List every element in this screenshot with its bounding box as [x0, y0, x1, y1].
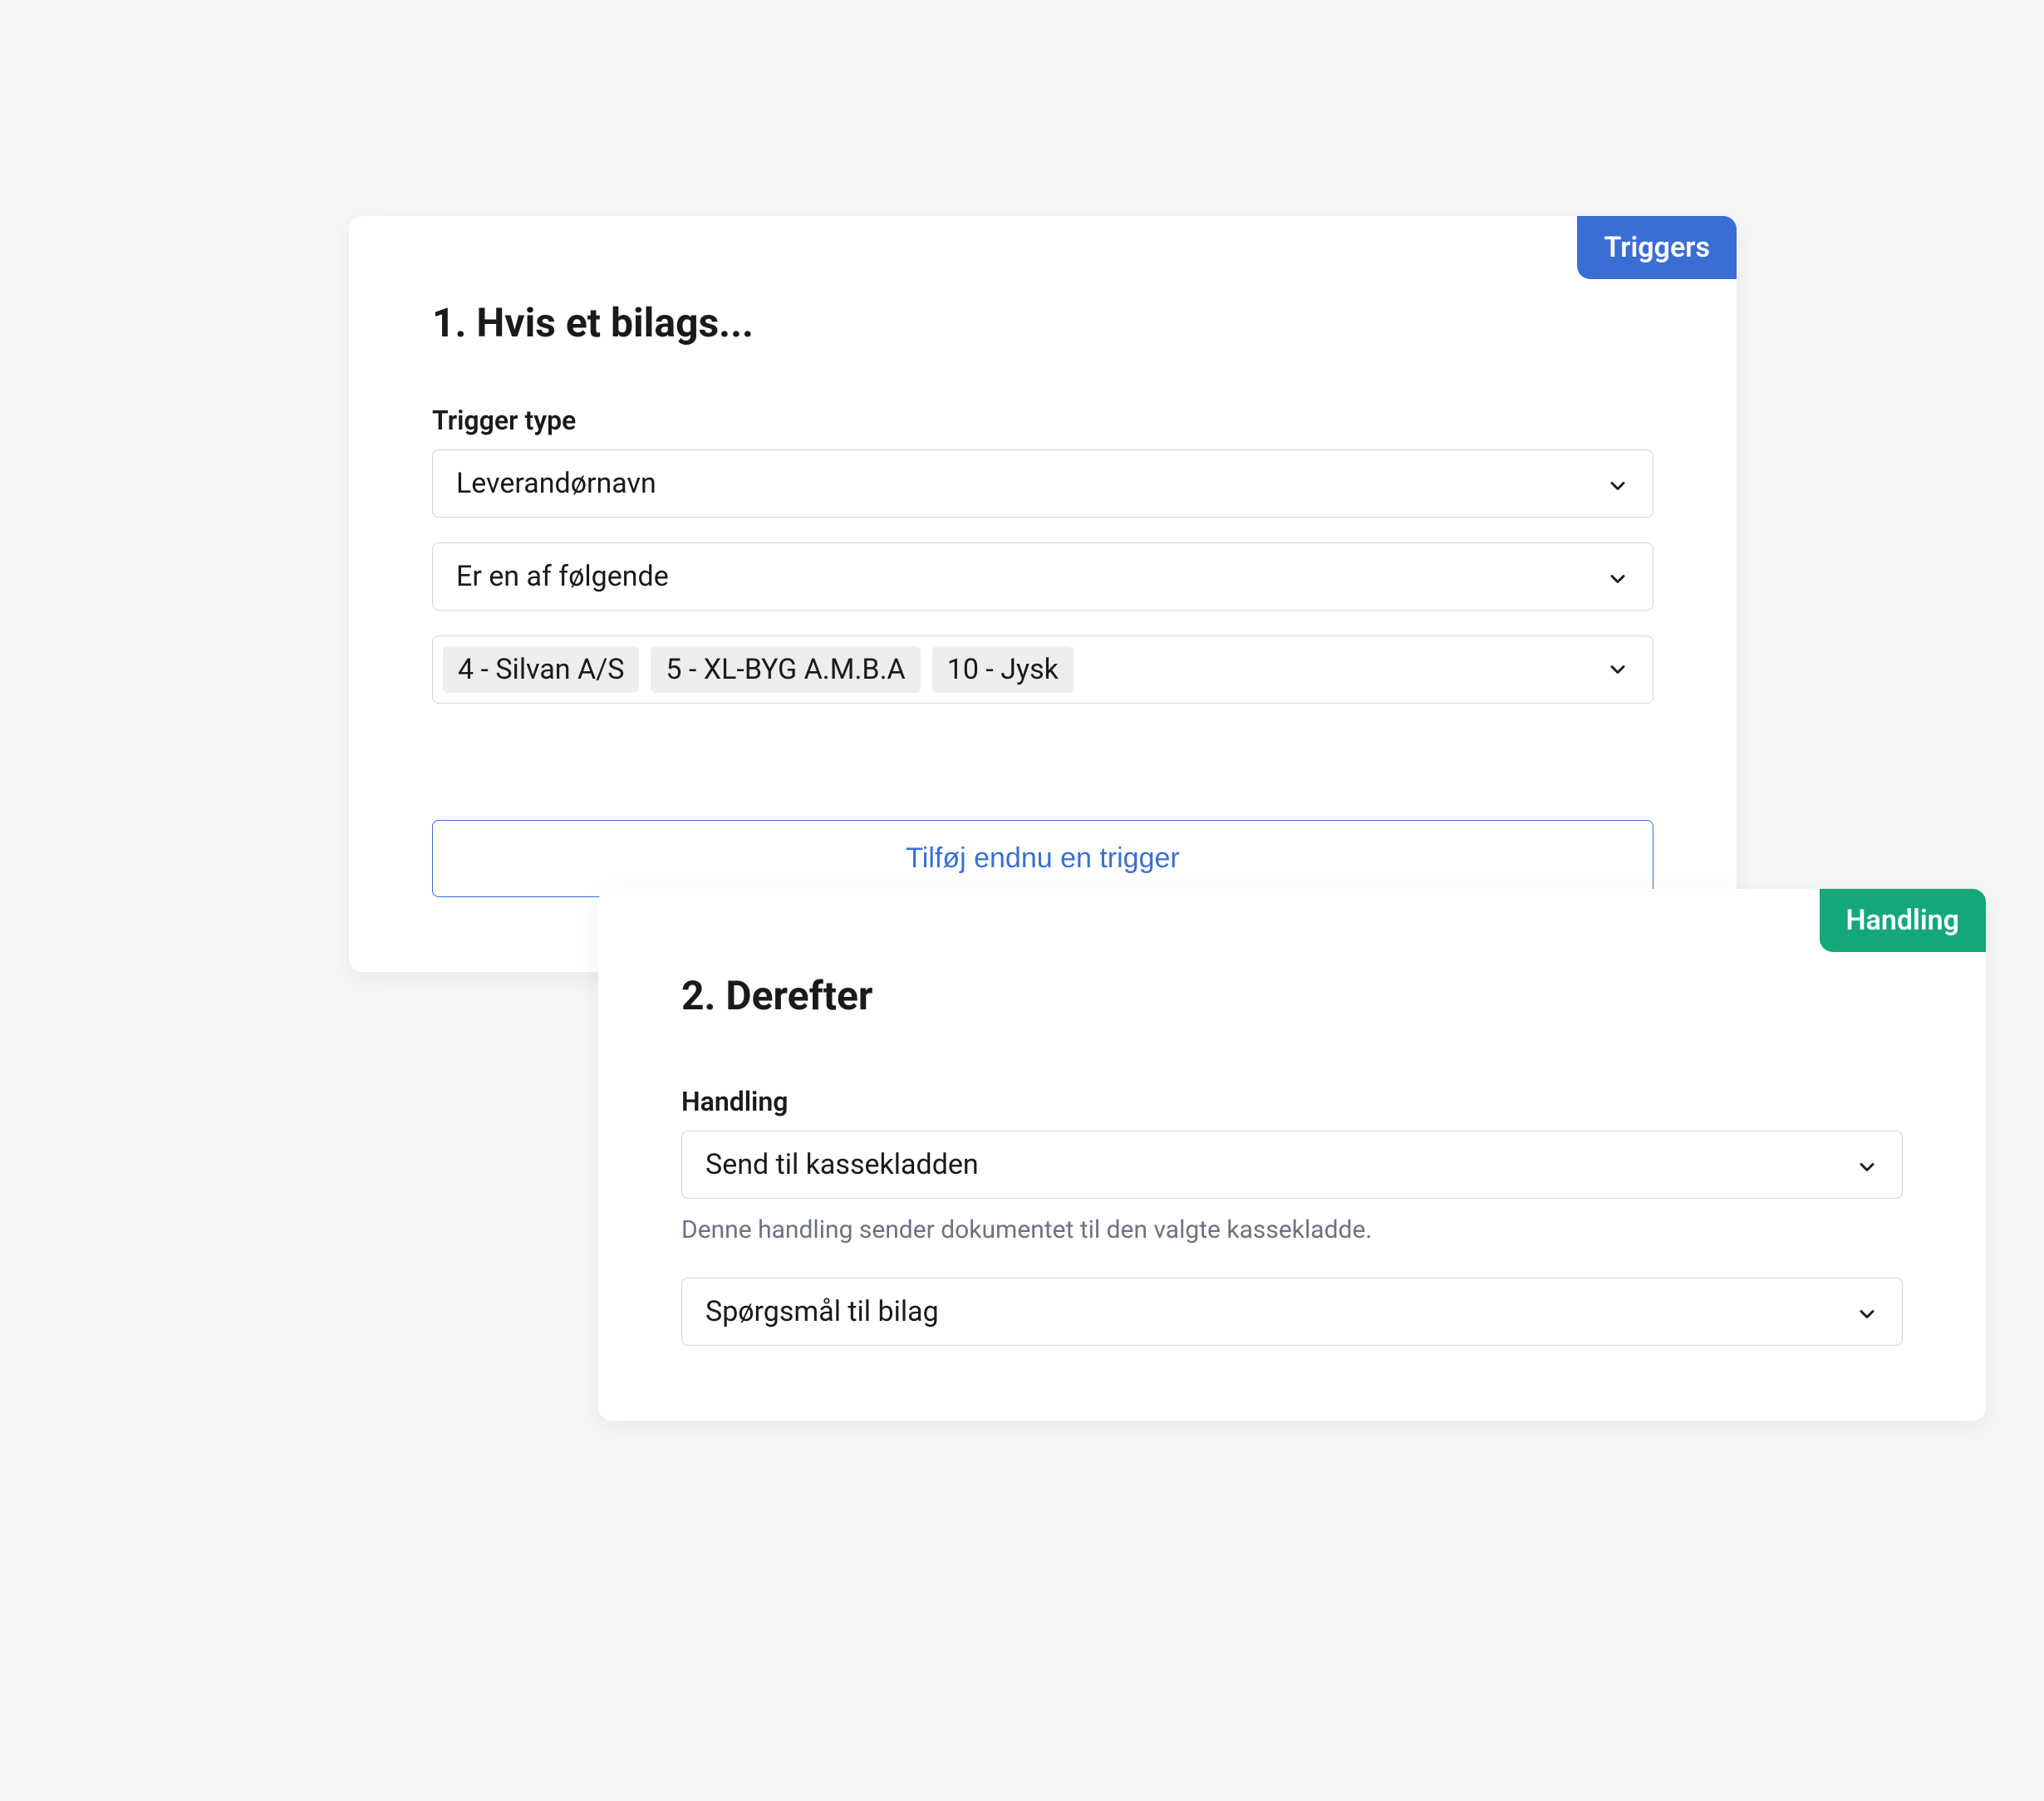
action-value: Send til kassekladden: [705, 1148, 979, 1181]
supplier-multiselect[interactable]: 4 - Silvan A/S 5 - XL-BYG A.M.B.A 10 - J…: [432, 636, 1653, 704]
action-help-text: Denne handling sender dokumentet til den…: [681, 1215, 1903, 1244]
chevron-down-icon: [1855, 1300, 1879, 1323]
condition-value: Er en af følgende: [456, 560, 669, 593]
handling-title: 2. Derefter: [681, 972, 1903, 1019]
supplier-chip[interactable]: 4 - Silvan A/S: [443, 646, 639, 693]
handling-card: Handling 2. Derefter Handling Send til k…: [598, 889, 1986, 1421]
chevron-down-icon: [1855, 1153, 1879, 1176]
trigger-type-select[interactable]: Leverandørnavn: [432, 449, 1653, 518]
triggers-badge: Triggers: [1577, 216, 1737, 279]
supplier-chip[interactable]: 10 - Jysk: [932, 646, 1074, 693]
chevron-down-icon: [1606, 472, 1629, 495]
triggers-title: 1. Hvis et bilags...: [432, 299, 1653, 346]
action-select[interactable]: Send til kassekladden: [681, 1131, 1903, 1199]
supplier-chip[interactable]: 5 - XL-BYG A.M.B.A: [651, 646, 920, 693]
triggers-card: Triggers 1. Hvis et bilags... Trigger ty…: [349, 216, 1737, 972]
handling-badge: Handling: [1820, 889, 1986, 952]
chevron-down-icon: [1606, 658, 1629, 681]
trigger-type-label: Trigger type: [432, 405, 1653, 436]
action-label: Handling: [681, 1086, 1903, 1117]
target-select[interactable]: Spørgsmål til bilag: [681, 1278, 1903, 1346]
condition-select[interactable]: Er en af følgende: [432, 542, 1653, 611]
target-value: Spørgsmål til bilag: [705, 1295, 939, 1328]
add-trigger-button[interactable]: Tilføj endnu en trigger: [432, 820, 1653, 897]
supplier-chips-wrapper: 4 - Silvan A/S 5 - XL-BYG A.M.B.A 10 - J…: [443, 646, 1074, 693]
chevron-down-icon: [1606, 565, 1629, 588]
trigger-type-value: Leverandørnavn: [456, 467, 656, 500]
